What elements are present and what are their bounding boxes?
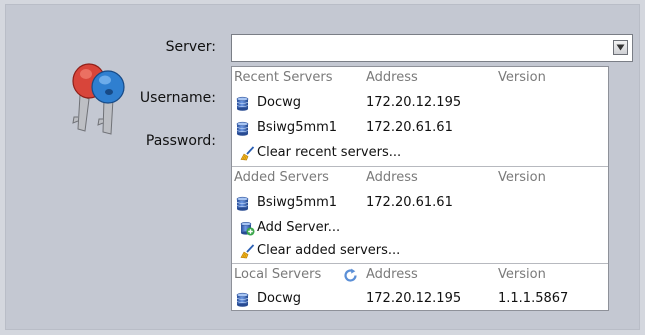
server-label: Server:: [165, 39, 216, 55]
added-servers-title: Added Servers: [234, 170, 329, 185]
broom-icon: [240, 244, 255, 259]
server-dropdown-list[interactable]: Recent Servers Address Version Docwg 172…: [231, 66, 609, 311]
add-server-label: Add Server...: [257, 220, 341, 235]
database-icon: [235, 196, 250, 211]
password-label: Password:: [145, 133, 216, 149]
add-server-item[interactable]: Add Server...: [232, 217, 608, 239]
server-name: Docwg: [257, 95, 301, 110]
clear-added-servers-item[interactable]: Clear added servers...: [232, 240, 608, 262]
refresh-icon[interactable]: [343, 268, 358, 283]
recent-server-item[interactable]: Docwg 172.20.12.195: [232, 92, 608, 114]
username-label: Username:: [139, 90, 216, 106]
server-address: 172.20.61.61: [366, 120, 453, 135]
database-icon: [235, 96, 250, 111]
server-address: 172.20.61.61: [366, 195, 453, 210]
broom-icon: [240, 146, 255, 161]
clear-recent-servers-item[interactable]: Clear recent servers...: [232, 142, 608, 164]
window-background: Server: Username: Password: Recent Serve…: [0, 0, 645, 335]
address-column-header: Address: [366, 70, 418, 85]
version-column-header: Version: [498, 267, 546, 282]
added-server-item[interactable]: Bsiwg5mm1 172.20.61.61: [232, 192, 608, 214]
local-servers-header: Local Servers Address Version: [232, 264, 608, 286]
recent-servers-title: Recent Servers: [234, 70, 333, 85]
server-version: 1.1.1.5867: [498, 291, 569, 306]
address-column-header: Address: [366, 267, 418, 282]
version-column-header: Version: [498, 70, 546, 85]
local-servers-title: Local Servers: [234, 267, 322, 282]
clear-added-servers-label: Clear added servers...: [257, 243, 401, 258]
version-column-header: Version: [498, 170, 546, 185]
server-name: Bsiwg5mm1: [257, 195, 338, 210]
server-address: 172.20.12.195: [366, 95, 462, 110]
server-name: Bsiwg5mm1: [257, 120, 338, 135]
server-name: Docwg: [257, 291, 301, 306]
recent-server-item[interactable]: Bsiwg5mm1 172.20.61.61: [232, 117, 608, 139]
dropdown-button[interactable]: [613, 40, 628, 55]
clear-recent-servers-label: Clear recent servers...: [257, 145, 402, 160]
database-icon: [235, 121, 250, 136]
added-servers-header: Added Servers Address Version: [232, 167, 608, 189]
address-column-header: Address: [366, 170, 418, 185]
server-address: 172.20.12.195: [366, 291, 462, 306]
local-server-item[interactable]: Docwg 172.20.12.195 1.1.1.5867: [232, 288, 608, 310]
add-server-icon: [240, 221, 255, 236]
recent-servers-header: Recent Servers Address Version: [232, 67, 608, 89]
server-combobox[interactable]: [231, 34, 633, 62]
chevron-down-icon: [616, 44, 625, 51]
database-icon: [235, 292, 250, 307]
